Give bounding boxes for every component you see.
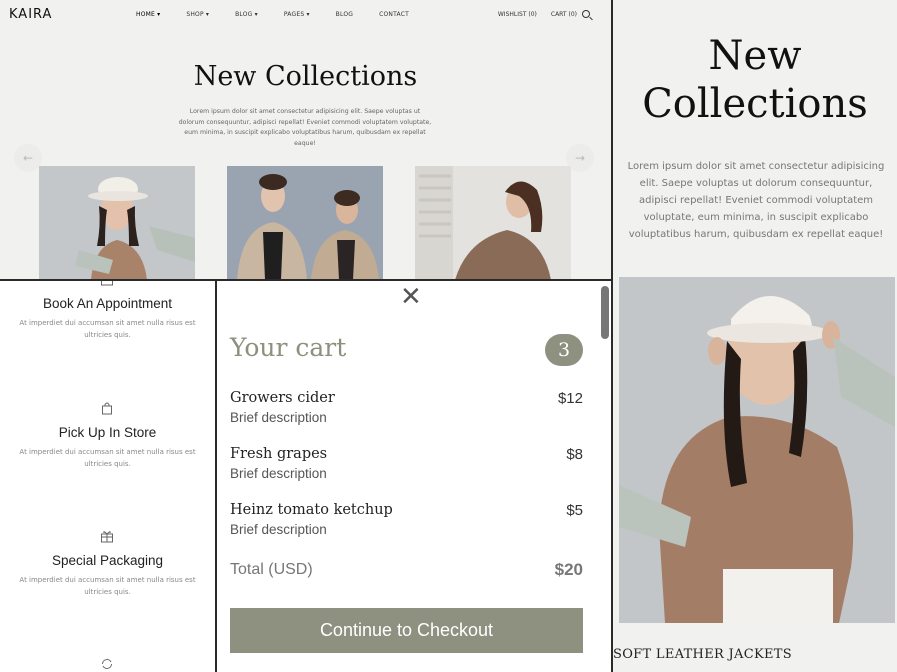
service-description: At imperdiet dui accumsan sit amet nulla… [19, 319, 196, 339]
total-value: $20 [554, 560, 583, 579]
services-section: Book An Appointment At imperdiet dui acc… [0, 281, 215, 672]
cart-title: Your cart [230, 333, 347, 362]
search-icon[interactable] [582, 10, 590, 18]
service-description: At imperdiet dui accumsan sit amet nulla… [19, 448, 196, 468]
service-special-packaging: Special Packaging At imperdiet dui accum… [0, 553, 215, 598]
product-category-caption: SOFT LEATHER JACKETS [613, 647, 792, 662]
nav-item-pages[interactable]: PAGES ▾ [284, 11, 310, 18]
mobile-hero-section: New Collections Lorem ipsum dolor sit am… [613, 0, 897, 672]
cart-count-badge: 3 [545, 334, 583, 366]
nav-right: WISHLIST (0) CART (0) [498, 11, 589, 18]
item-name: Fresh grapes [230, 446, 328, 462]
scrollbar-thumb[interactable] [601, 286, 609, 339]
mobile-collection-image[interactable] [619, 277, 895, 623]
cart-item: Growers cider Brief description $12 [230, 390, 583, 425]
cart-link[interactable]: CART (0) [551, 11, 577, 18]
service-pick-up-store: Pick Up In Store At imperdiet dui accums… [0, 425, 215, 470]
shopping-bag-icon [102, 402, 112, 415]
item-name: Heinz tomato ketchup [230, 502, 393, 518]
nav-item-blog-dropdown[interactable]: BLOG ▾ [235, 11, 258, 18]
item-description: Brief description [230, 410, 327, 425]
collection-image-1[interactable] [39, 166, 195, 279]
mobile-hero-title: New Collections [642, 33, 868, 127]
nav-item-shop[interactable]: SHOP ▾ [186, 11, 209, 18]
hero-title: New Collections [193, 61, 418, 92]
main-navigation: KAIRA HOME ▾ SHOP ▾ BLOG ▾ PAGES ▾ BLOG … [0, 0, 611, 30]
cart-offcanvas: ✕ Your cart 3 Growers cider Brief descri… [217, 281, 611, 672]
nav-item-blog[interactable]: BLOG [336, 11, 353, 18]
refresh-icon [102, 659, 112, 669]
hero-description: Lorem ipsum dolor sit amet consectetur a… [178, 108, 432, 147]
calendar-icon [101, 281, 113, 286]
service-title: Pick Up In Store [58, 425, 157, 440]
mobile-hero-description: Lorem ipsum dolor sit amet consectetur a… [627, 161, 885, 240]
collection-image-2[interactable] [227, 166, 383, 279]
service-book-appointment: Book An Appointment At imperdiet dui acc… [0, 296, 215, 341]
item-price: $8 [566, 446, 583, 463]
close-icon[interactable]: ✕ [400, 284, 422, 310]
brand-logo[interactable]: KAIRA [9, 7, 52, 22]
item-price: $12 [557, 390, 583, 407]
nav-item-home[interactable]: HOME ▾ [136, 11, 160, 18]
desktop-hero-section: KAIRA HOME ▾ SHOP ▾ BLOG ▾ PAGES ▾ BLOG … [0, 0, 611, 279]
item-description: Brief description [230, 522, 327, 537]
collection-image-3[interactable] [415, 166, 571, 279]
item-price: $5 [566, 502, 583, 519]
service-title: Book An Appointment [42, 296, 173, 311]
item-name: Growers cider [230, 390, 335, 406]
service-description: At imperdiet dui accumsan sit amet nulla… [19, 576, 196, 596]
cart-item: Heinz tomato ketchup Brief description $… [230, 502, 583, 537]
cart-item: Fresh grapes Brief description $8 [230, 446, 583, 481]
gift-icon [101, 531, 113, 543]
nav-item-contact[interactable]: CONTACT [379, 11, 409, 18]
checkout-button[interactable]: Continue to Checkout [230, 608, 583, 653]
total-label: Total (USD) [230, 561, 313, 578]
wishlist-link[interactable]: WISHLIST (0) [498, 11, 537, 18]
nav-menu: HOME ▾ SHOP ▾ BLOG ▾ PAGES ▾ BLOG CONTAC… [136, 11, 435, 18]
item-description: Brief description [230, 466, 327, 481]
service-title: Special Packaging [51, 553, 164, 568]
carousel-prev-button[interactable]: ← [14, 144, 42, 172]
